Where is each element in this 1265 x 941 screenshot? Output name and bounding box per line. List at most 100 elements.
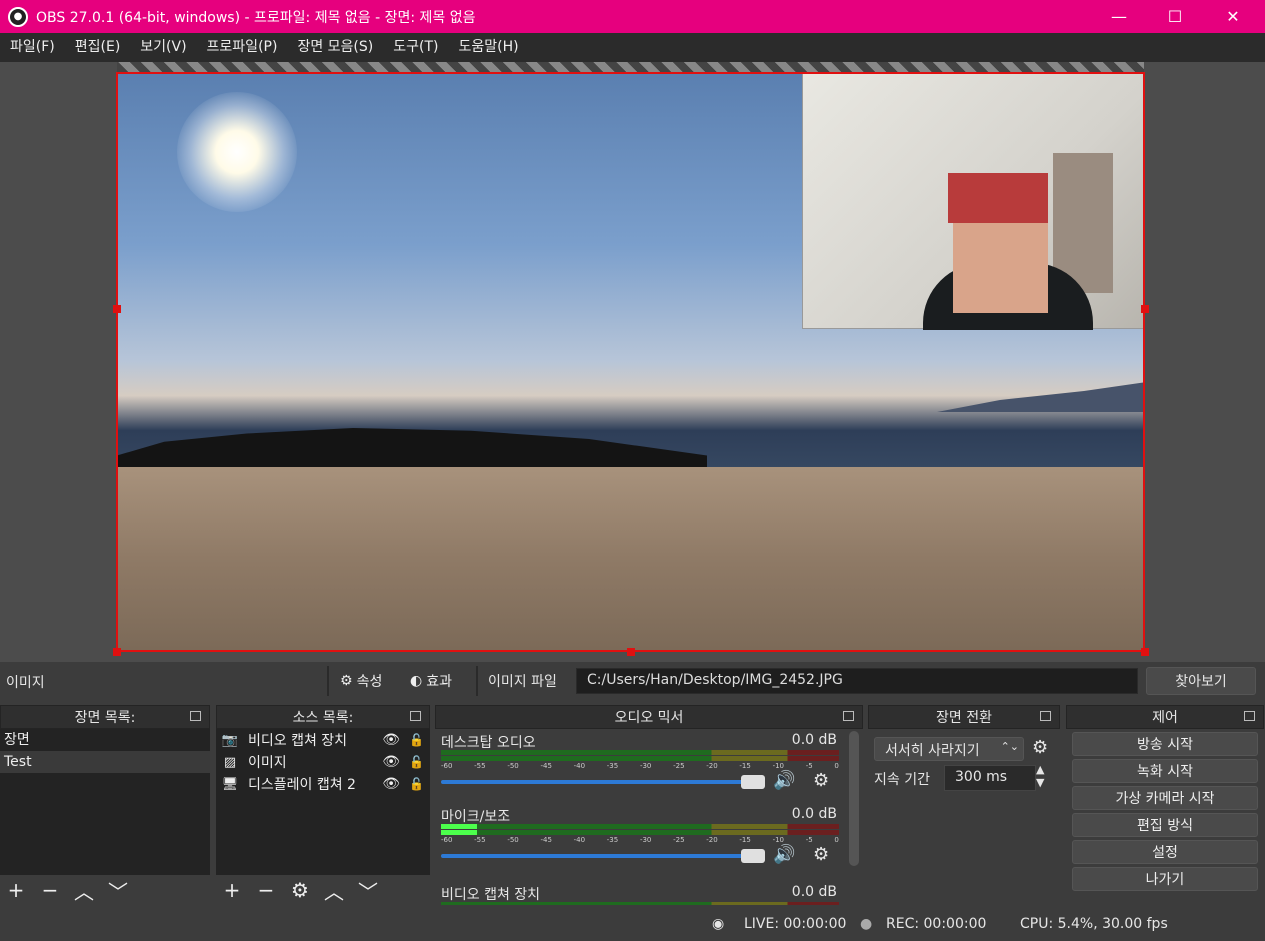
move-down-icon[interactable]: ﹀: [106, 878, 130, 904]
volume-meter: [441, 824, 839, 829]
audio-mixer-dock: 오디오 믹서 데스크탑 오디오 0.0 dB -60 -55 -50 -45 -40 -3…: [435, 705, 863, 905]
sources-list: 📷 비디오 캡쳐 장치 👁 🔓 ▨ 이미지 👁 🔓 🖥 디스플레이 캡쳐 2 👁…: [216, 729, 430, 875]
remove-icon[interactable]: −: [254, 878, 278, 902]
scene-item[interactable]: 장면: [0, 729, 210, 751]
scenes-list: 장면 Test: [0, 729, 210, 875]
float-icon[interactable]: [1244, 711, 1255, 721]
resize-handle-bottom-left[interactable]: [113, 648, 121, 656]
lock-icon[interactable]: 🔓: [409, 755, 424, 769]
sources-dock: 소스 목록: 📷 비디오 캡쳐 장치 👁 🔓 ▨ 이미지 👁 🔓 🖥 디스플레이…: [216, 705, 430, 905]
browse-button[interactable]: 찾아보기: [1146, 667, 1256, 695]
volume-meter: [441, 750, 839, 755]
image-file-label: 이미지 파일: [488, 674, 557, 690]
resize-handle-bottom-right[interactable]: [1141, 648, 1149, 656]
mixer-channel: 데스크탑 오디오 0.0 dB -60 -55 -50 -45 -40 -35 -30 -25…: [441, 732, 839, 791]
window-title: OBS 27.0.1 (64-bit, windows) - 프로파일: 제목 …: [36, 9, 476, 26]
eye-icon[interactable]: 👁: [382, 732, 400, 748]
transitions-dock-title: 장면 전환: [868, 705, 1060, 729]
maximize-button[interactable]: ☐: [1146, 0, 1204, 33]
duration-input[interactable]: 300 ms: [944, 765, 1036, 791]
transitions-dock: 장면 전환 서서히 사라지기 ⌃⌄ ⚙ 지속 기간 300 ms ▲ ▼: [868, 705, 1060, 905]
mixer-scrollbar[interactable]: [849, 731, 859, 866]
start-streaming-button[interactable]: 방송 시작: [1072, 732, 1258, 756]
float-icon[interactable]: [843, 711, 854, 721]
source-item[interactable]: 📷 비디오 캡쳐 장치 👁 🔓: [216, 729, 430, 751]
gear-icon[interactable]: ⚙: [813, 844, 829, 865]
meter-level: [441, 830, 477, 835]
chevron-updown-icon: ⌃⌄: [1000, 740, 1019, 753]
selected-source-name: 이미지: [6, 675, 45, 691]
gear-icon[interactable]: ⚙: [288, 878, 312, 902]
controls-dock-title: 제어: [1066, 705, 1264, 729]
scene-item[interactable]: Test: [0, 751, 210, 773]
studio-mode-button[interactable]: 편집 방식: [1072, 813, 1258, 837]
move-down-icon[interactable]: ﹀: [356, 878, 380, 904]
resize-handle-bottom[interactable]: [627, 648, 635, 656]
rocks-image: [117, 428, 707, 472]
eye-icon[interactable]: 👁: [382, 754, 400, 770]
image-path-field[interactable]: C:/Users/Han/Desktop/IMG_2452.JPG: [576, 668, 1138, 694]
properties-button[interactable]: ⚙ 속성: [340, 670, 382, 692]
filters-button[interactable]: ◐ 효과: [410, 670, 452, 692]
monitor-icon: 🖥: [221, 776, 239, 792]
duration-label: 지속 기간: [874, 772, 930, 788]
title-bar: ● OBS 27.0.1 (64-bit, windows) - 프로파일: 제…: [0, 0, 1265, 33]
obs-logo-icon: ●: [8, 6, 28, 27]
start-recording-button[interactable]: 녹화 시작: [1072, 759, 1258, 783]
gear-icon[interactable]: ⚙: [1032, 737, 1048, 758]
slider-handle[interactable]: [741, 849, 765, 863]
camera-icon: 📷: [221, 732, 239, 748]
broadcast-icon: ◉: [712, 916, 725, 932]
sources-dock-title: 소스 목록:: [216, 705, 430, 729]
move-up-icon[interactable]: ︿: [322, 878, 346, 904]
menu-file[interactable]: 파일(F): [0, 33, 65, 62]
eye-icon[interactable]: 👁: [382, 776, 400, 792]
webcam-source[interactable]: [802, 72, 1144, 330]
add-icon[interactable]: +: [220, 878, 244, 902]
remove-icon[interactable]: −: [38, 878, 62, 902]
sun-image: [177, 92, 297, 212]
preview-canvas[interactable]: [117, 72, 1144, 650]
source-item[interactable]: ▨ 이미지 👁 🔓: [216, 751, 430, 773]
float-icon[interactable]: [410, 711, 421, 721]
minimize-button[interactable]: —: [1090, 0, 1148, 33]
add-icon[interactable]: +: [4, 878, 28, 902]
resize-handle-left[interactable]: [113, 305, 121, 313]
cpu-status: CPU: 5.4%, 30.00 fps: [1020, 916, 1168, 932]
menu-profile[interactable]: 프로파일(P): [197, 33, 288, 62]
float-icon[interactable]: [1040, 711, 1051, 721]
settings-button[interactable]: 설정: [1072, 840, 1258, 864]
volume-slider[interactable]: [441, 849, 765, 863]
menu-help[interactable]: 도움말(H): [448, 33, 528, 62]
scenes-dock: 장면 목록: 장면 Test + − ︿ ﹀: [0, 705, 210, 905]
transition-select[interactable]: 서서히 사라지기 ⌃⌄: [874, 737, 1024, 761]
resize-handle-right[interactable]: [1141, 305, 1149, 313]
meter-level: [441, 824, 477, 829]
mixer-dock-title: 오디오 믹서: [435, 705, 863, 729]
lock-icon[interactable]: 🔓: [409, 733, 424, 747]
volume-meter: [441, 756, 839, 761]
gear-icon[interactable]: ⚙: [813, 770, 829, 791]
status-bar: ◉ LIVE: 00:00:00 ● REC: 00:00:00 CPU: 5.…: [0, 910, 1265, 941]
close-button[interactable]: ✕: [1204, 0, 1262, 33]
duration-stepper[interactable]: ▲ ▼: [1036, 763, 1044, 789]
rec-status: REC: 00:00:00: [886, 916, 987, 932]
volume-slider[interactable]: [441, 775, 765, 789]
image-icon: ▨: [223, 754, 237, 770]
exit-button[interactable]: 나가기: [1072, 867, 1258, 891]
menu-view[interactable]: 보기(V): [130, 33, 196, 62]
lock-icon[interactable]: 🔓: [409, 777, 424, 791]
menu-tools[interactable]: 도구(T): [383, 33, 448, 62]
person-image: [923, 173, 1093, 330]
speaker-icon[interactable]: 🔊: [773, 770, 795, 791]
speaker-icon[interactable]: 🔊: [773, 844, 795, 865]
move-up-icon[interactable]: ︿: [72, 878, 96, 904]
menu-edit[interactable]: 편집(E): [65, 33, 131, 62]
menu-scene-collection[interactable]: 장면 모음(S): [287, 33, 383, 62]
filters-icon: ◐: [410, 673, 423, 689]
float-icon[interactable]: [190, 711, 201, 721]
start-virtual-camera-button[interactable]: 가상 카메라 시작: [1072, 786, 1258, 810]
source-item[interactable]: 🖥 디스플레이 캡쳐 2 👁 🔓: [216, 773, 430, 795]
canvas-overflow-hatch: [117, 62, 1144, 72]
slider-handle[interactable]: [741, 775, 765, 789]
